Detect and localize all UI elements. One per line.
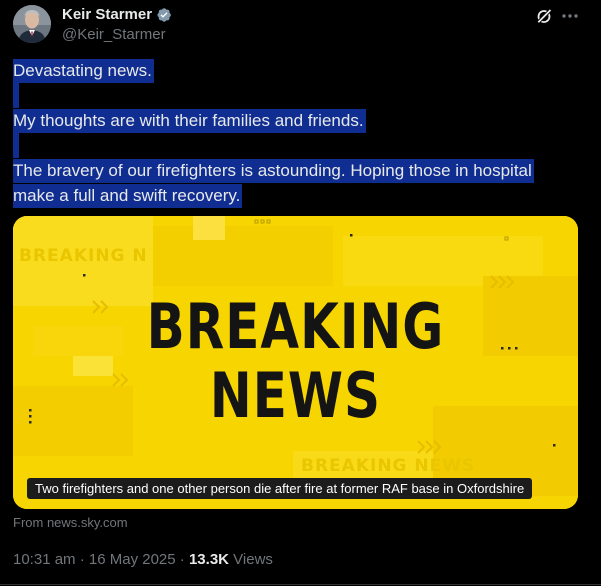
views-label: Views: [233, 551, 273, 568]
meta-separator: ·: [179, 551, 185, 568]
verified-badge-icon: [157, 8, 171, 22]
author-name[interactable]: Keir Starmer: [62, 5, 152, 25]
tweet-line: Devastating news.: [13, 58, 573, 83]
tweet-line: make a full and swift recovery.: [13, 183, 573, 208]
views-count: 13.3K: [188, 551, 229, 568]
tweet-line-blank: [13, 83, 573, 108]
tweet-line: The bravery of our firefighters is astou…: [13, 158, 573, 183]
headline-news: NEWS: [209, 359, 382, 432]
link-source[interactable]: From news.sky.com: [13, 515, 128, 531]
headline-breaking: BREAKING: [146, 290, 445, 363]
watermark-text: BREAKING N: [19, 246, 148, 266]
tweet-line: My thoughts are with their families and …: [13, 108, 573, 133]
tweet-date[interactable]: 16 May 2025: [89, 551, 176, 568]
grok-icon[interactable]: [534, 6, 554, 26]
tweet-text: Devastating news. My thoughts are with t…: [13, 58, 573, 208]
tweet-time[interactable]: 10:31 am: [13, 551, 76, 568]
more-horizontal-icon[interactable]: [560, 6, 580, 26]
media-caption: Two firefighters and one other person di…: [27, 478, 533, 499]
tweet: Keir Starmer @Keir_Starmer Devastating n…: [0, 0, 601, 586]
meta-separator: ·: [79, 551, 85, 568]
tweet-meta: 10:31 am · 16 May 2025 · 13.3K Views: [13, 550, 273, 570]
avatar[interactable]: [13, 5, 51, 43]
link-card-media[interactable]: BREAKING N BREAKING NEWS BREAKING NEWS T…: [13, 216, 578, 509]
divider: [0, 584, 601, 585]
watermark-text-bottom: BREAKING NEWS: [301, 456, 476, 476]
author-handle[interactable]: @Keir_Starmer: [62, 26, 166, 44]
tweet-line-blank: [13, 133, 573, 158]
